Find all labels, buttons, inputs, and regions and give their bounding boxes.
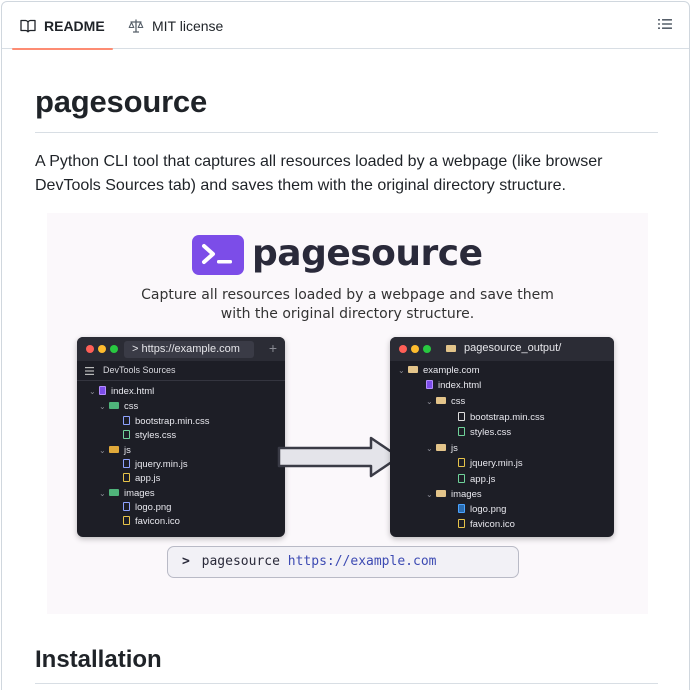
hero-image: pagesource Capture all resources loaded … [47, 213, 648, 614]
right-arrow-icon [277, 436, 401, 478]
command-example: > pagesource https://example.com [167, 546, 519, 578]
output-window: pagesource_output/ ⌄ example.com index.ht… [390, 337, 614, 537]
tree-item: example.com [423, 365, 480, 376]
new-tab-icon: + [268, 340, 277, 356]
page-title: pagesource [35, 84, 208, 119]
command-prompt: > [182, 554, 190, 569]
table-of-contents-button[interactable] [653, 14, 677, 38]
tab-readme-label: README [44, 17, 105, 34]
installation-heading: Installation [35, 646, 162, 673]
tree-item: js [451, 443, 458, 454]
tree-item: favicon.ico [135, 516, 180, 527]
readme-panel: README MIT license pagesource A Python C… [1, 1, 690, 690]
hero-tagline-line-1: Capture all resources loaded by a webpag… [141, 287, 554, 303]
tree-item: images [451, 489, 482, 500]
tree-item: bootstrap.min.css [470, 412, 545, 423]
tree-item: styles.css [135, 430, 177, 441]
book-icon [20, 18, 36, 34]
tree-item: app.js [470, 474, 496, 485]
tree-item: bootstrap.min.css [135, 416, 210, 427]
output-window-title: pagesource_output/ [464, 342, 562, 354]
tree-item: css [451, 396, 466, 407]
tab-mit-license-label: MIT license [152, 17, 224, 34]
readme-tabbar: README MIT license [2, 2, 689, 50]
tree-item: jquery.min.js [135, 459, 188, 470]
tree-item: app.js [135, 473, 161, 484]
tree-item: favicon.ico [470, 519, 515, 530]
tab-mit-license[interactable]: MIT license [120, 2, 231, 49]
tree-item: jquery.min.js [470, 458, 523, 469]
tree-item: logo.png [135, 502, 172, 513]
tree-item: logo.png [470, 504, 507, 515]
tree-item: images [124, 488, 155, 499]
tree-item: styles.css [470, 427, 512, 438]
tree-item: index.html [111, 386, 155, 397]
list-unordered-icon [657, 16, 673, 37]
readme-description: A Python CLI tool that captures all reso… [35, 153, 603, 194]
terminal-logo-icon [192, 235, 244, 275]
devtools-panel-title: DevTools Sources [103, 365, 176, 375]
installation-divider [35, 683, 658, 684]
tree-item: js [124, 445, 131, 456]
tab-readme[interactable]: README [12, 2, 113, 50]
hero-brand-name: pagesource [252, 233, 483, 274]
tree-item: css [124, 401, 139, 412]
devtools-url: > https://example.com [124, 341, 254, 358]
scale-icon [128, 18, 144, 34]
menu-icon [85, 367, 94, 375]
command-program: pagesource [201, 554, 280, 569]
tree-item: index.html [438, 380, 482, 391]
command-argument: https://example.com [287, 554, 437, 569]
title-divider [35, 132, 658, 133]
hero-tagline-line-2: with the original directory structure. [220, 306, 475, 322]
devtools-window: > https://example.com + DevTools Sources… [77, 337, 285, 537]
